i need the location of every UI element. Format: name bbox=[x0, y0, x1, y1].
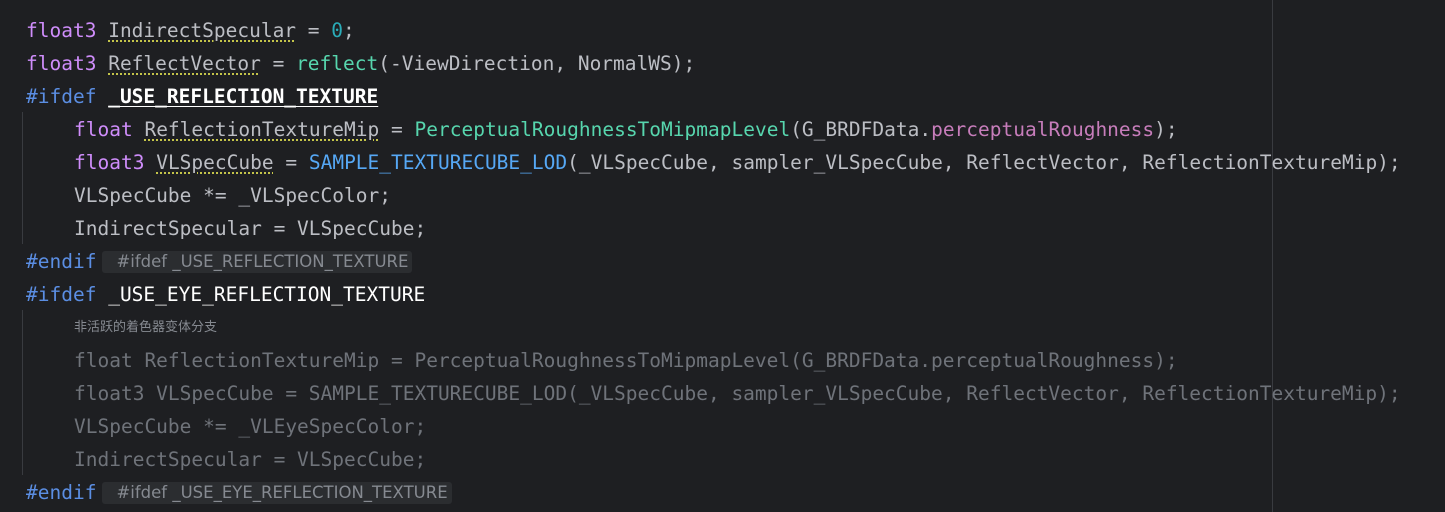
code-line-10[interactable]: float ReflectionTextureMip = PerceptualR… bbox=[26, 344, 1178, 377]
arguments: (G_BRDFData. bbox=[790, 118, 932, 141]
code-line-2[interactable]: float3 ReflectVector = reflect(-ViewDire… bbox=[26, 47, 695, 80]
semicolon: ; bbox=[343, 19, 355, 42]
closing-paren: ); bbox=[1154, 118, 1178, 141]
inactive-statement: IndirectSpecular = VLSpecCube; bbox=[74, 448, 427, 471]
indent-guide bbox=[22, 310, 23, 475]
inactive-statement: VLSpecCube *= _VLEyeSpecColor; bbox=[74, 415, 427, 438]
variable-name: ReflectVector bbox=[108, 52, 261, 75]
code-line-3[interactable]: #ifdef _USE_REFLECTION_TEXTURE bbox=[26, 80, 378, 113]
operator: = bbox=[260, 52, 297, 75]
code-line-7[interactable]: IndirectSpecular = VLSpecCube; bbox=[26, 212, 426, 245]
code-line-4[interactable]: float ReflectionTextureMip = PerceptualR… bbox=[26, 113, 1178, 146]
inlay-hint: #ifdef _USE_REFLECTION_TEXTURE bbox=[102, 251, 413, 273]
code-line-14[interactable]: #endif #ifdef _USE_EYE_REFLECTION_TEXTURE bbox=[26, 476, 452, 509]
variable-name: VLSpecCube bbox=[156, 151, 274, 174]
right-margin-guide bbox=[1272, 0, 1273, 512]
preprocessor-directive: #endif bbox=[26, 250, 97, 273]
type-keyword: float3 bbox=[26, 19, 97, 42]
statement: VLSpecCube *= _VLSpecColor; bbox=[74, 184, 391, 207]
preprocessor-directive: #ifdef bbox=[26, 85, 97, 108]
code-line-9[interactable]: #ifdef _USE_EYE_REFLECTION_TEXTURE bbox=[26, 278, 425, 311]
arguments: (-ViewDirection, NormalWS); bbox=[378, 52, 696, 75]
macro-call: SAMPLE_TEXTURECUBE_LOD bbox=[308, 151, 568, 174]
variable-name: IndirectSpecular bbox=[108, 19, 297, 42]
operator: = bbox=[379, 118, 415, 141]
field-access: perceptualRoughness bbox=[931, 118, 1155, 141]
function-call: reflect bbox=[296, 52, 379, 75]
code-line-1[interactable]: float3 IndirectSpecular = 0; bbox=[26, 14, 355, 47]
macro-symbol: _USE_EYE_REFLECTION_TEXTURE bbox=[108, 283, 426, 306]
type-keyword: float3 bbox=[26, 52, 97, 75]
type-keyword: float3 bbox=[74, 151, 145, 174]
operator: = bbox=[273, 151, 309, 174]
variable-name: ReflectionTextureMip bbox=[144, 118, 380, 141]
indent-guide bbox=[22, 112, 23, 244]
code-line-13[interactable]: IndirectSpecular = VLSpecCube; bbox=[26, 443, 426, 476]
type-keyword: float bbox=[74, 118, 133, 141]
code-line-11[interactable]: float3 VLSpecCube = SAMPLE_TEXTURECUBE_L… bbox=[26, 377, 1401, 410]
arguments: (_VLSpecCube, sampler_VLSpecCube, Reflec… bbox=[567, 151, 1401, 174]
preprocessor-directive: #endif bbox=[26, 481, 97, 504]
inactive-statement: float ReflectionTextureMip = PerceptualR… bbox=[74, 349, 1178, 372]
macro-symbol: _USE_REFLECTION_TEXTURE bbox=[108, 85, 379, 108]
code-line-6[interactable]: VLSpecCube *= _VLSpecColor; bbox=[26, 179, 391, 212]
code-line-12[interactable]: VLSpecCube *= _VLEyeSpecColor; bbox=[26, 410, 426, 443]
inlay-hint: #ifdef _USE_EYE_REFLECTION_TEXTURE bbox=[102, 482, 452, 504]
code-editor[interactable]: float3 IndirectSpecular = 0; float3 Refl… bbox=[0, 0, 1445, 512]
operator: = bbox=[296, 19, 332, 42]
code-line-5[interactable]: float3 VLSpecCube = SAMPLE_TEXTURECUBE_L… bbox=[26, 146, 1401, 179]
statement: IndirectSpecular = VLSpecCube; bbox=[74, 217, 427, 240]
function-call: PerceptualRoughnessToMipmapLevel bbox=[414, 118, 791, 141]
number-literal: 0 bbox=[331, 19, 344, 42]
inactive-statement: float3 VLSpecCube = SAMPLE_TEXTURECUBE_L… bbox=[74, 382, 1401, 405]
code-line-8[interactable]: #endif #ifdef _USE_REFLECTION_TEXTURE bbox=[26, 245, 413, 278]
preprocessor-directive: #ifdef bbox=[26, 283, 97, 306]
inactive-branch-label: 非活跃的着色器变体分支 bbox=[74, 320, 218, 335]
